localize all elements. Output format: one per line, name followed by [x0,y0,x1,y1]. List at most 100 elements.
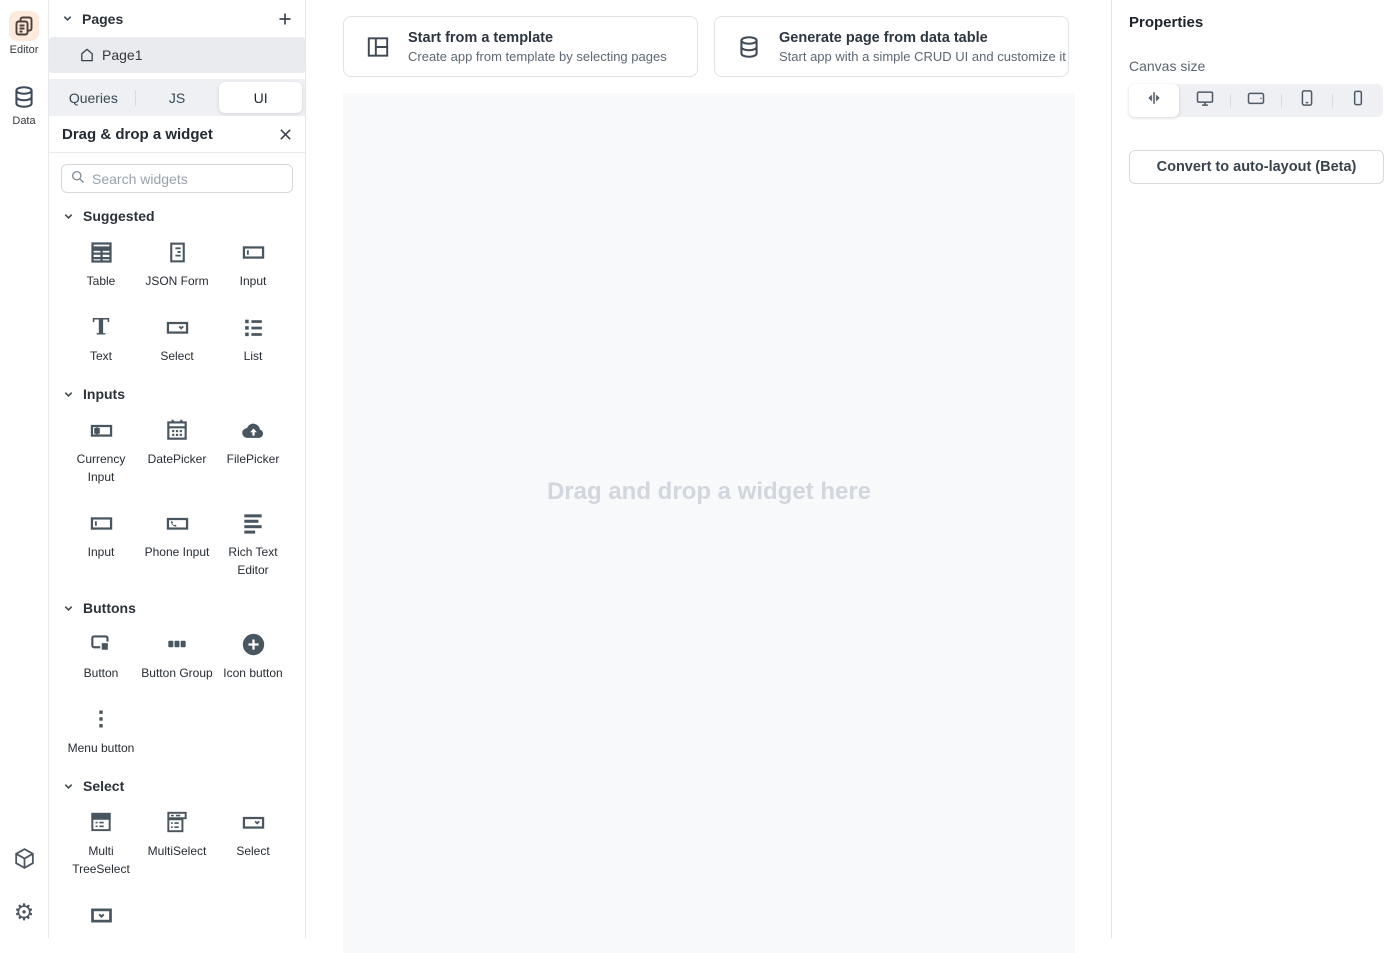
select-icon [164,312,191,342]
database-icon [9,82,39,112]
section-title: Buttons [83,600,136,616]
text-icon: T [88,312,114,342]
input-icon [88,508,115,538]
section-header-buttons[interactable]: Buttons [63,595,291,621]
nav-editor[interactable]: Editor [9,11,39,56]
list-icon [241,312,266,342]
widget-grid-buttons: Button Button Group Icon button [63,629,291,757]
generate-from-data-card[interactable]: Generate page from data table Start app … [714,16,1069,77]
phone-input-icon [164,508,191,538]
widget-item-rich-text-editor[interactable]: Rich Text Editor [215,508,291,579]
json-form-icon [165,237,190,267]
widget-item-menu-button[interactable]: Menu button [63,704,139,757]
card-text: Generate page from data table Start app … [779,30,1066,64]
start-from-template-card[interactable]: Start from a template Create app from te… [343,16,698,77]
card-title: Start from a template [408,30,667,46]
widget-item-select[interactable]: Select [139,312,215,365]
widget-panel-title: Drag & drop a widget [62,126,279,143]
widget-item-treeselect-partial[interactable] [63,900,139,930]
plus-circle-icon [240,629,267,659]
tab-ui[interactable]: UI [219,82,302,113]
button-group-icon [164,629,190,659]
section-title: Suggested [83,208,155,224]
convert-auto-layout-button[interactable]: Convert to auto-layout (Beta) [1129,150,1384,184]
svg-text:T: T [93,315,110,340]
widget-item-icon-button[interactable]: Icon button [215,629,291,682]
section-header-suggested[interactable]: Suggested [63,203,291,229]
desktop-icon [1195,88,1215,113]
fluid-width-icon [1144,88,1164,113]
widget-item-select2[interactable]: Select [215,807,291,878]
widget-item-button-group[interactable]: Button Group [139,629,215,682]
calendar-icon [164,415,190,445]
properties-title: Properties [1129,14,1383,31]
select-icon [240,807,267,837]
widget-grid-select: Multi TreeSelect MultiSelect [63,807,291,930]
add-page-icon[interactable] [278,12,292,26]
table-icon [88,237,115,267]
card-title: Generate page from data table [779,30,1066,46]
widget-item-filepicker[interactable]: FilePicker [215,415,291,486]
button-icon [88,629,114,659]
tablet-landscape-icon [1246,88,1266,113]
nav-editor-label: Editor [10,44,39,56]
page-item-page1[interactable]: Page1 [49,37,305,73]
editor-pages-icon [9,11,39,41]
widget-item-json-form[interactable]: JSON Form [139,237,215,290]
chevron-down-icon [63,211,74,222]
cube-icon[interactable] [12,846,37,876]
chevron-down-icon [63,389,74,400]
section-header-inputs[interactable]: Inputs [63,381,291,407]
widget-item-list[interactable]: List [215,312,291,365]
widget-item-text[interactable]: T Text [63,312,139,365]
widget-item-multiselect[interactable]: MultiSelect [139,807,215,878]
canvas-size-desktop[interactable] [1180,84,1230,117]
kebab-menu-icon [89,704,113,734]
canvas-size-label: Canvas size [1129,58,1383,74]
rich-text-icon [240,508,266,538]
template-layout-icon [365,34,391,60]
widget-item-input[interactable]: Input [215,237,291,290]
widget-search [61,164,293,193]
section-title: Inputs [83,386,125,402]
widget-item-table[interactable]: Table [63,237,139,290]
chevron-down-icon [63,781,74,792]
section-title: Select [83,778,124,794]
starter-cards: Start from a template Create app from te… [343,16,1069,77]
app-canvas[interactable]: Drag and drop a widget here [343,93,1075,953]
page-item-label: Page1 [102,47,142,63]
tab-queries[interactable]: Queries [52,82,135,113]
treeselect-icon [88,900,115,930]
widget-item-phone-input[interactable]: Phone Input [139,508,215,579]
pages-title: Pages [82,11,269,27]
tab-js[interactable]: JS [136,82,219,113]
search-icon [70,169,85,189]
input-icon [240,237,267,267]
widget-item-currency-input[interactable]: $ Currency Input [63,415,139,486]
multi-treeselect-icon [88,807,114,837]
rail-bottom: ⚙ [12,846,37,924]
canvas-size-mobile[interactable] [1333,84,1383,117]
tablet-portrait-icon [1297,88,1317,113]
widget-item-input2[interactable]: Input [63,508,139,579]
left-rail: Editor Data ⚙ [0,0,49,938]
multiselect-icon [164,807,190,837]
database-icon [736,34,762,60]
section-header-select[interactable]: Select [63,773,291,799]
close-icon[interactable] [279,128,292,141]
pages-header[interactable]: Pages [49,0,305,37]
canvas-size-tablet-portrait[interactable] [1282,84,1332,117]
canvas-size-fluid-width[interactable] [1129,84,1179,117]
canvas-placeholder-text: Drag and drop a widget here [343,478,1075,506]
canvas-size-segmented-control [1129,84,1383,117]
card-text: Start from a template Create app from te… [408,30,667,64]
nav-data[interactable]: Data [9,82,39,127]
widget-item-datepicker[interactable]: DatePicker [139,415,215,486]
canvas-size-tablet-landscape[interactable] [1231,84,1281,117]
widget-item-multi-treeselect[interactable]: Multi TreeSelect [63,807,139,878]
gear-icon[interactable]: ⚙ [14,900,35,924]
widget-item-button[interactable]: Button [63,629,139,682]
search-input[interactable] [92,171,284,187]
currency-input-icon: $ [88,415,115,445]
home-icon [79,47,95,63]
